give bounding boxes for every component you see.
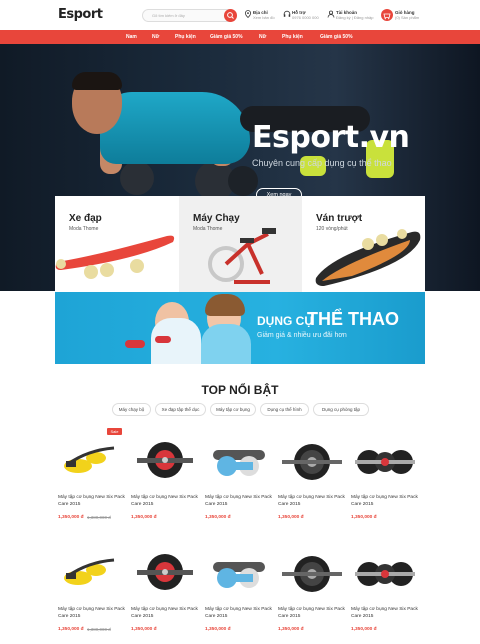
ab-wheel-red-icon[interactable] [131, 540, 199, 600]
site-logo[interactable]: Esport [58, 7, 103, 22]
nav-item-phu-kien-2[interactable]: Phụ kiện [282, 34, 303, 40]
nav-item-nu[interactable]: Nữ [152, 34, 159, 40]
nav-item-giam-gia-2[interactable]: Giảm giá 50% [320, 34, 353, 40]
product-name[interactable]: Máy tập cơ bụng New Six Pack Care 2015 [278, 494, 346, 508]
exercise-bike-icon [208, 228, 276, 284]
ab-wheel-red-icon[interactable] [131, 428, 199, 488]
product-card[interactable]: Máy tập cơ bụng New Six Pack Care 2015 1,… [131, 540, 199, 644]
promo-banner[interactable]: DỤNG CỤ THỂ THAO Giảm giá & nhiều ưu đãi… [55, 292, 425, 364]
header-cart[interactable]: Giỏ hàng (0) Sản phẩm [395, 10, 419, 20]
category-title: Xe đạp [69, 213, 102, 224]
header-account[interactable]: Tài khoản Đăng ký | Đăng nhập [336, 10, 374, 20]
header-address[interactable]: Địa chỉ Xem bản đồ [253, 10, 275, 20]
category-card-van-truot[interactable]: Ván trượt 120 vòng/phút [302, 196, 425, 292]
category-card-xe-dap[interactable]: Xe đạp Moda Thome [55, 196, 179, 292]
product-name[interactable]: Máy tập cơ bụng New Six Pack Care 2015 [278, 606, 346, 620]
ab-wheel-double-icon[interactable] [278, 540, 346, 600]
promo-title-a: DỤNG CỤ [257, 314, 313, 328]
product-price: 1,350,000 đ [278, 515, 304, 520]
product-card[interactable]: Máy tập cơ bụng New Six Pack Care 2015 1,… [351, 428, 419, 532]
product-price: 1,350,000 đ [131, 627, 157, 632]
product-card[interactable]: Sale Máy tập cơ bụng New Six Pack Care 20… [58, 428, 126, 532]
product-card[interactable]: Máy tập cơ bụng New Six Pack Care 2015 1,… [205, 540, 273, 644]
product-card[interactable]: Máy tập cơ bụng New Six Pack Care 2015 1,… [351, 540, 419, 644]
product-price: 1,350,000 đ [58, 627, 84, 632]
main-nav: Nam Nữ Phụ kiện Giảm giá 50% Nữ Phụ kiện… [0, 30, 480, 44]
product-card[interactable]: Máy tập cơ bụng New Six Pack Care 2015 1,… [131, 428, 199, 532]
product-price: 1,350,000 đ [205, 627, 231, 632]
product-price: 1,350,000 đ [351, 515, 377, 520]
product-card[interactable]: Máy tập cơ bụng New Six Pack Care 2015 1,… [205, 428, 273, 532]
category-title: Ván trượt [316, 213, 363, 224]
tab-xe-dap-tap[interactable]: Xe đạp tập thể dục [155, 403, 206, 416]
product-price: 1,350,000 đ [131, 515, 157, 520]
user-icon [327, 10, 335, 18]
nav-item-giam-gia[interactable]: Giảm giá 50% [210, 34, 243, 40]
ab-roller-triple-icon[interactable] [351, 540, 419, 600]
site-header: Esport Gõ tìm kiếm ở đây Địa chỉ Xem bản … [0, 0, 480, 30]
product-card[interactable]: Máy tập cơ bụng New Six Pack Care 2015 1,… [278, 540, 346, 644]
product-name[interactable]: Máy tập cơ bụng New Six Pack Care 2015 [205, 494, 273, 508]
skateboard-icon [315, 229, 421, 286]
search-button[interactable] [224, 9, 237, 22]
tab-may-tap-co-bung[interactable]: Máy tập cơ bụng [210, 403, 256, 416]
sale-badge: Sale [107, 428, 122, 435]
hero-subtitle: Chuyên cung cấp dụng cụ thể thao [252, 158, 392, 168]
ab-roller-triple-icon[interactable] [351, 428, 419, 488]
category-card-may-chay[interactable]: Máy Chạy Moda Thome [179, 196, 302, 292]
section-title-top: TOP NỔI BẬT [201, 383, 279, 397]
nav-item-nu-2[interactable]: Nữ [259, 34, 266, 40]
search-input[interactable]: Gõ tìm kiếm ở đây [142, 9, 236, 22]
ab-wheel-double-icon[interactable] [278, 428, 346, 488]
product-name[interactable]: Máy tập cơ bụng New Six Pack Care 2015 [205, 606, 273, 620]
header-support[interactable]: Hỗ trợ 0976 0000 000 [292, 10, 319, 20]
nav-item-nam[interactable]: Nam [126, 34, 137, 40]
product-price: 1,350,000 đ [58, 515, 84, 520]
ab-roller-yellow-icon[interactable] [58, 428, 126, 488]
ab-roller-yellow-icon[interactable] [58, 540, 126, 600]
tab-dung-cu-phong-tap[interactable]: Dụng cụ phòng tập [313, 403, 369, 416]
product-name[interactable]: Máy tập cơ bụng New Six Pack Care 2015 [351, 494, 419, 508]
cart-icon [383, 13, 391, 20]
product-price: 1,350,000 đ [205, 515, 231, 520]
ab-roller-blue-icon[interactable] [205, 428, 273, 488]
product-name[interactable]: Máy tập cơ bụng New Six Pack Care 2015 [58, 494, 126, 508]
product-card[interactable]: Máy tập cơ bụng New Six Pack Care 2015 1,… [278, 428, 346, 532]
ab-roller-blue-icon[interactable] [205, 540, 273, 600]
promo-subtitle: Giảm giá & nhiều ưu đãi hơn [257, 332, 347, 339]
tab-dung-cu-the-hinh[interactable]: Dụng cụ thể hình [260, 403, 309, 416]
product-tabs: Máy chạy bộ Xe đạp tập thể dục Máy tập c… [0, 403, 480, 417]
product-card[interactable]: Máy tập cơ bụng New Six Pack Care 2015 1,… [58, 540, 126, 644]
tab-may-chay-bo[interactable]: Máy chạy bộ [112, 403, 151, 416]
product-name[interactable]: Máy tập cơ bụng New Six Pack Care 2015 [58, 606, 126, 620]
product-old-price: 1,380,000 đ [87, 627, 111, 632]
headset-icon [283, 10, 291, 17]
product-price: 1,350,000 đ [278, 627, 304, 632]
product-price: 1,350,000 đ [351, 627, 377, 632]
search-icon [227, 12, 234, 19]
product-old-price: 1,380,000 đ [87, 515, 111, 520]
product-name[interactable]: Máy tập cơ bụng New Six Pack Care 2015 [131, 494, 199, 508]
map-pin-icon [244, 10, 252, 18]
longboard-icon [55, 235, 175, 279]
product-name[interactable]: Máy tập cơ bụng New Six Pack Care 2015 [351, 606, 419, 620]
hero-title: Esport.vn [252, 120, 410, 155]
category-title: Máy Chạy [193, 213, 240, 224]
promo-title-b: THỂ THAO [307, 309, 399, 329]
nav-item-phu-kien[interactable]: Phụ kiện [175, 34, 196, 40]
product-name[interactable]: Máy tập cơ bụng New Six Pack Care 2015 [131, 606, 199, 620]
cart-button[interactable] [381, 9, 393, 21]
